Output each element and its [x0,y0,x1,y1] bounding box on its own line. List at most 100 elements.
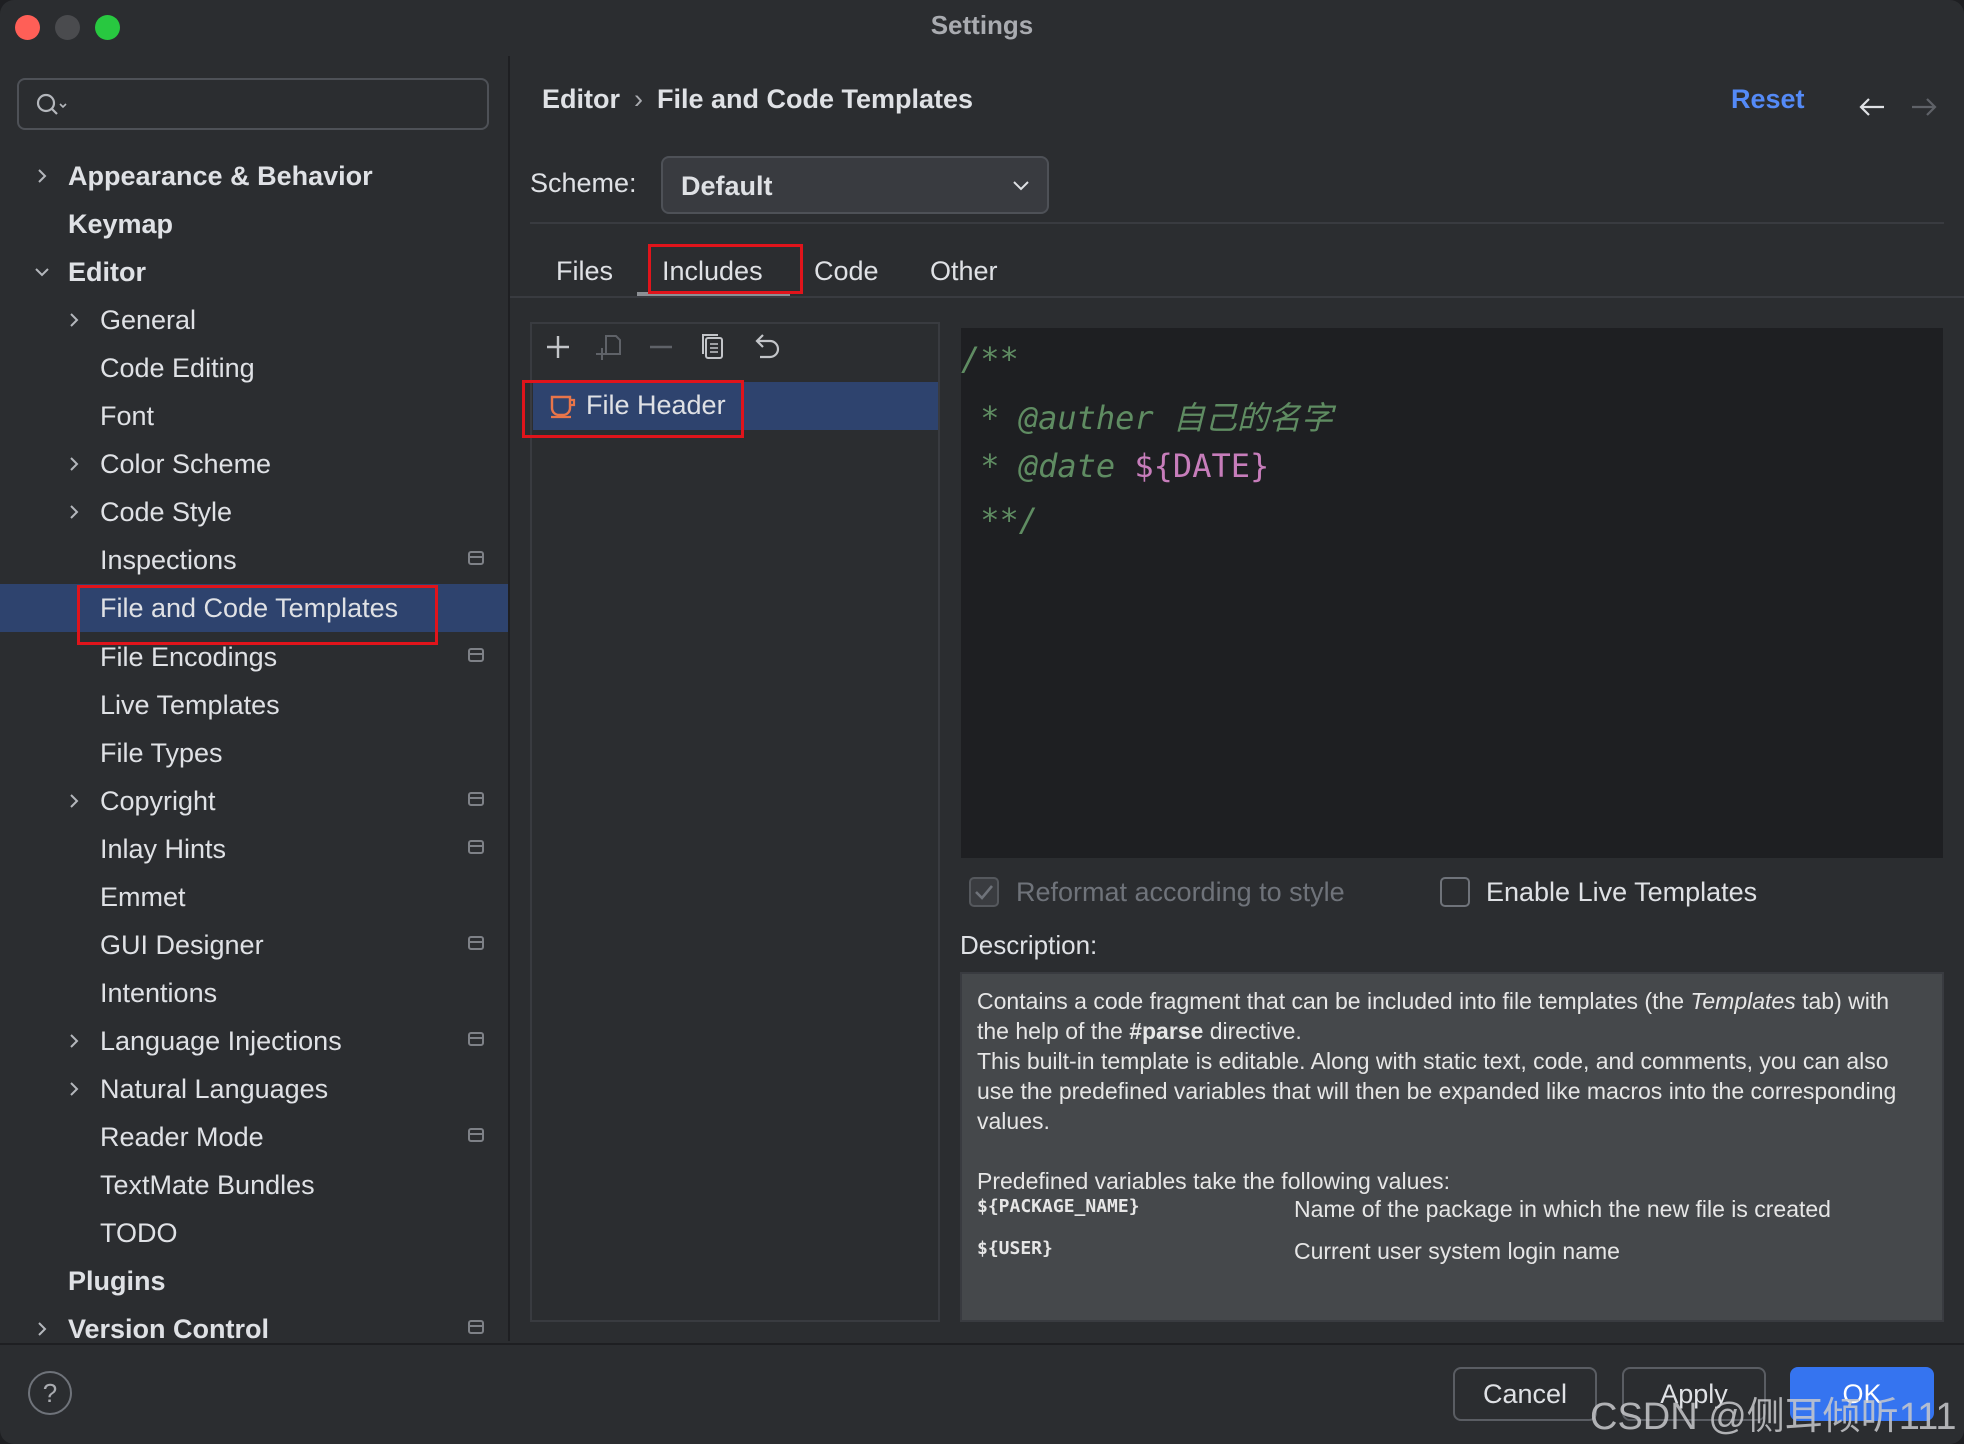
sidebar-item-label: Appearance & Behavior [68,161,373,191]
sidebar-item-label: TODO [100,1218,178,1248]
cancel-button[interactable]: Cancel [1453,1367,1597,1421]
copy-add-icon [596,332,626,367]
sidebar-item-label: TextMate Bundles [100,1170,315,1200]
forward-arrow-icon[interactable] [1910,92,1938,126]
sidebar-divider[interactable] [508,56,510,1341]
desc-p1-part-c: directive. [1203,1018,1302,1044]
sidebar-item[interactable]: GUI Designer [0,921,508,969]
project-scope-icon [468,1128,484,1142]
scheme-value: Default [681,171,773,201]
sidebar-item[interactable]: Plugins [0,1257,508,1305]
watermark: CSDN @侧耳倾听111 [1590,1396,1957,1438]
tab-code[interactable]: Code [814,256,879,287]
variable-desc: Current user system login name [1294,1238,1620,1264]
desc-p1-bold: #parse [1129,1018,1204,1044]
enable-live-templates-checkbox[interactable] [1440,877,1470,907]
chevron-right-icon[interactable] [64,1031,84,1051]
chevron-right-icon[interactable] [64,310,84,330]
title-bar: Settings [0,0,1964,56]
highlight-box-file-header [522,380,744,438]
sidebar-item[interactable]: Live Templates [0,681,508,729]
tab-files[interactable]: Files [556,256,613,287]
sidebar-item[interactable]: Version Control [0,1305,508,1353]
code-line-3: * @date ${DATE} [961,447,1269,485]
settings-sidebar: Appearance & Behavior Keymap Editor General… [0,56,508,1344]
sidebar-item[interactable]: Copyright [0,777,508,825]
scheme-dropdown[interactable]: Default [661,156,1049,214]
duplicate-icon[interactable] [698,332,728,367]
sidebar-item[interactable]: General [0,296,508,344]
sidebar-item-label: Font [100,401,155,431]
sidebar-item-label: General [100,305,197,335]
sidebar-item[interactable]: Font [0,392,508,440]
sidebar-item[interactable]: Inlay Hints [0,825,508,873]
sidebar-item[interactable]: Color Scheme [0,440,508,488]
project-scope-icon [468,648,484,662]
chevron-right-icon[interactable] [64,454,84,474]
search-icon [36,93,67,115]
sidebar-item-label: Keymap [68,209,174,239]
chevron-right-icon[interactable] [64,502,84,522]
reformat-checkbox [969,877,999,907]
sidebar-item[interactable]: Intentions [0,969,508,1017]
add-icon[interactable] [543,332,573,367]
sidebar-item-label: Copyright [100,786,216,816]
sidebar-item-label: Emmet [100,882,186,912]
sidebar-item-label: Reader Mode [100,1122,264,1152]
tabs-separator [510,296,1964,298]
variable-desc: Name of the package in which the new fil… [1294,1196,1831,1222]
sidebar-item[interactable]: Appearance & Behavior [0,152,508,200]
reset-button[interactable]: Reset [1731,84,1805,115]
sidebar-item-label: Inlay Hints [100,834,227,864]
sidebar-item[interactable]: Keymap [0,200,508,248]
sidebar-item[interactable]: TODO [0,1209,508,1257]
sidebar-item[interactable]: Code Editing [0,344,508,392]
settings-window: Settings Appearance & Behavior Keymap Edit… [0,0,1964,1444]
code-line-1: /** [961,340,1019,378]
enable-live-templates-label[interactable]: Enable Live Templates [1486,877,1757,908]
project-scope-icon [468,840,484,854]
search-input[interactable] [17,78,489,130]
chevron-right-icon[interactable] [64,1079,84,1099]
remove-icon [646,332,676,367]
chevron-right-icon[interactable] [32,166,52,186]
chevron-down-icon[interactable] [32,262,52,282]
project-scope-icon [468,1320,484,1334]
breadcrumb: Editor › File and Code Templates [542,84,973,115]
sidebar-item[interactable]: Reader Mode [0,1113,508,1161]
template-list [530,322,940,1322]
back-arrow-icon[interactable] [1858,92,1886,126]
sidebar-item[interactable]: Editor [0,248,508,296]
highlight-box-sidebar [77,585,438,645]
sidebar-item[interactable]: Language Injections [0,1017,508,1065]
breadcrumb-editor[interactable]: Editor [542,84,620,115]
code-line-4: **/ [961,501,1039,539]
sidebar-item[interactable]: File Types [0,729,508,777]
code-line-3-text: * @date [961,447,1135,485]
sidebar-item-label: File Types [100,738,223,768]
desc-p2: This built-in template is editable. Alon… [977,1048,1897,1134]
sidebar-item-label: Live Templates [100,690,280,720]
description-text: Contains a code fragment that can be inc… [977,986,1927,1196]
code-variable-date: ${DATE} [1134,447,1270,485]
sidebar-item-label: Intentions [100,978,218,1008]
help-button[interactable]: ? [28,1371,72,1415]
sidebar-item[interactable]: Natural Languages [0,1065,508,1113]
sidebar-item[interactable]: Inspections [0,536,508,584]
sidebar-item[interactable]: TextMate Bundles [0,1161,508,1209]
separator [530,222,1944,224]
chevron-right-icon[interactable] [32,1319,52,1339]
chevron-down-icon [1013,181,1029,191]
tab-other[interactable]: Other [930,256,998,287]
reformat-label: Reformat according to style [1016,877,1345,907]
breadcrumb-separator-icon: › [634,84,643,114]
project-scope-icon [468,792,484,806]
chevron-right-icon[interactable] [64,791,84,811]
revert-icon[interactable] [750,332,782,367]
window-title: Settings [930,10,1034,40]
sidebar-item[interactable]: Code Style [0,488,508,536]
description-label: Description: [960,930,1098,960]
sidebar-item-label: Color Scheme [100,449,272,479]
sidebar-item[interactable]: Emmet [0,873,508,921]
sidebar-item-label: Version Control [68,1314,270,1344]
